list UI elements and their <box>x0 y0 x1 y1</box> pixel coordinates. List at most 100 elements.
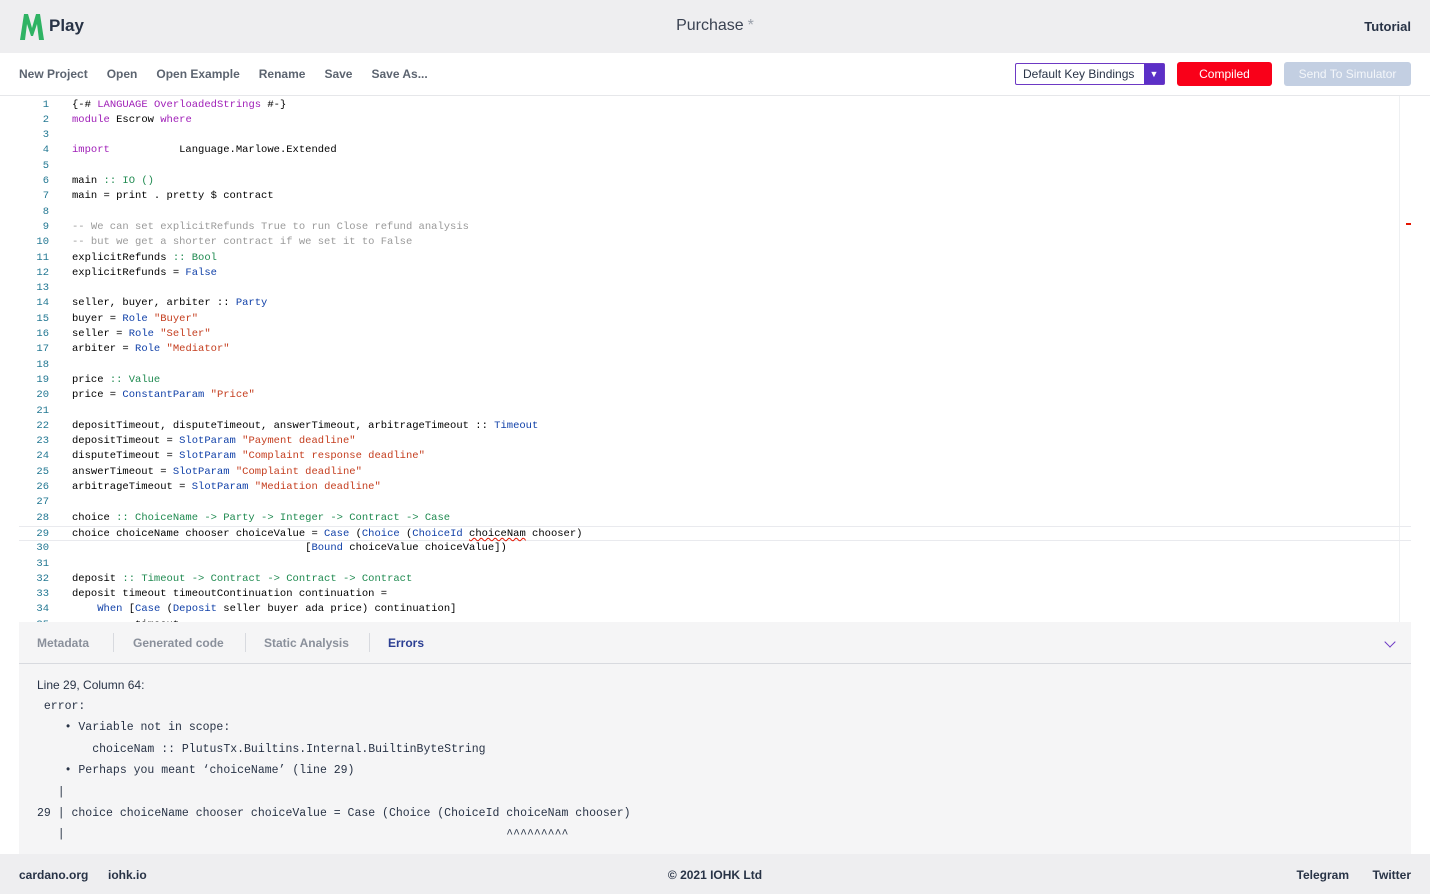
code-text[interactable]: price :: Value <box>72 373 160 388</box>
logo[interactable]: Play <box>18 10 84 42</box>
code-text[interactable]: depositTimeout, disputeTimeout, answerTi… <box>72 419 538 434</box>
line-number: 32 <box>36 572 49 585</box>
code-line[interactable]: 20 price = ConstantParam "Price" <box>19 388 1411 403</box>
code-line[interactable]: 15 buyer = Role "Buyer" <box>19 312 1411 327</box>
code-line[interactable]: 26 arbitrageTimeout = SlotParam "Mediatio… <box>19 480 1411 495</box>
code-text[interactable]: seller, buyer, arbiter :: Party <box>72 296 267 311</box>
code-line[interactable]: 25 answerTimeout = SlotParam "Complaint d… <box>19 465 1411 480</box>
code-text[interactable]: explicitRefunds :: Bool <box>72 251 217 266</box>
line-number: 3 <box>42 129 49 142</box>
code-text[interactable]: main = print . pretty $ contract <box>72 189 274 204</box>
error-line: 29 | choice choiceName chooser choiceVal… <box>37 807 631 820</box>
line-number: 4 <box>42 144 49 157</box>
code-text[interactable]: choice choiceName chooser choiceValue = … <box>72 527 582 542</box>
rename-button[interactable]: Rename <box>259 67 306 81</box>
open-example-button[interactable]: Open Example <box>156 67 239 81</box>
code-text[interactable]: When [Case (Deposit seller buyer ada pri… <box>72 602 456 617</box>
line-number: 24 <box>36 450 49 463</box>
panel-tabs: Metadata Generated code Static Analysis … <box>19 622 1411 664</box>
code-text[interactable]: depositTimeout = SlotParam "Payment dead… <box>72 434 356 449</box>
code-line[interactable]: 6 main :: IO () <box>19 174 1411 189</box>
code-line[interactable]: 33 deposit timeout timeoutContinuation co… <box>19 587 1411 602</box>
code-text[interactable]: disputeTimeout = SlotParam "Complaint re… <box>72 449 425 464</box>
code-line[interactable]: 14 seller, buyer, arbiter :: Party <box>19 296 1411 311</box>
project-name: Purchase <box>676 17 744 34</box>
code-text[interactable]: seller = Role "Seller" <box>72 327 211 342</box>
code-line[interactable]: 28 choice :: ChoiceName -> Party -> Integ… <box>19 511 1411 526</box>
code-text[interactable]: import Language.Marlowe.Extended <box>72 143 337 158</box>
code-line[interactable]: 1 {-# LANGUAGE OverloadedStrings #-} <box>19 98 1411 113</box>
code-text[interactable]: deposit :: Timeout -> Contract -> Contra… <box>72 572 412 587</box>
code-line[interactable]: 23 depositTimeout = SlotParam "Payment de… <box>19 434 1411 449</box>
tab-generated-code[interactable]: Generated code <box>133 636 224 650</box>
code-text[interactable]: module Escrow where <box>72 113 192 128</box>
code-line[interactable]: 17 arbiter = Role "Mediator" <box>19 342 1411 357</box>
code-line[interactable]: 19 price :: Value <box>19 373 1411 388</box>
toolbar: New Project Open Open Example Rename Sav… <box>0 53 1430 96</box>
code-text[interactable]: [Bound choiceValue choiceValue]) <box>72 541 507 556</box>
line-number: 16 <box>36 328 49 340</box>
tab-divider <box>369 633 370 652</box>
code-line[interactable]: 11 explicitRefunds :: Bool <box>19 251 1411 266</box>
collapse-chevron-icon[interactable] <box>1384 636 1396 648</box>
code-text[interactable]: price = ConstantParam "Price" <box>72 388 255 403</box>
marlowe-logo-icon <box>20 14 44 40</box>
code-text[interactable]: deposit timeout timeoutContinuation cont… <box>72 587 387 602</box>
save-button[interactable]: Save <box>324 67 352 81</box>
telegram-link[interactable]: Telegram <box>1297 868 1349 882</box>
code-line[interactable]: 32 deposit :: Timeout -> Contract -> Cont… <box>19 572 1411 587</box>
iohk-link[interactable]: iohk.io <box>108 868 147 882</box>
code-line[interactable]: 4 import Language.Marlowe.Extended <box>19 143 1411 158</box>
code-text[interactable]: main :: IO () <box>72 174 154 189</box>
code-text[interactable]: arbiter = Role "Mediator" <box>72 342 230 357</box>
code-text[interactable]: -- but we get a shorter contract if we s… <box>72 235 412 250</box>
line-number: 15 <box>36 312 49 325</box>
code-text[interactable]: explicitRefunds = False <box>72 266 217 281</box>
code-text[interactable]: answerTimeout = SlotParam "Complaint dea… <box>72 465 362 480</box>
line-number: 30 <box>36 542 49 555</box>
new-project-button[interactable]: New Project <box>19 67 88 81</box>
code-line[interactable]: 24 disputeTimeout = SlotParam "Complaint … <box>19 449 1411 464</box>
code-text[interactable]: arbitrageTimeout = SlotParam "Mediation … <box>72 480 381 495</box>
code-line[interactable]: 10 -- but we get a shorter contract if we… <box>19 235 1411 250</box>
project-title: Purchase * <box>0 17 1430 35</box>
cardano-link[interactable]: cardano.org <box>19 868 88 882</box>
code-line[interactable]: 2 module Escrow where <box>19 113 1411 128</box>
code-editor[interactable]: 1 {-# LANGUAGE OverloadedStrings #-} 2 modu… <box>19 96 1411 622</box>
twitter-link[interactable]: Twitter <box>1373 868 1411 882</box>
code-line[interactable]: 29 choice choiceName chooser choiceValue … <box>19 525 1411 542</box>
key-bindings-select[interactable]: Default Key Bindings ▼ <box>1015 63 1165 85</box>
code-line[interactable]: 31 <box>19 557 1411 572</box>
open-button[interactable]: Open <box>107 67 138 81</box>
send-to-simulator-button[interactable]: Send To Simulator <box>1284 62 1411 86</box>
code-line[interactable]: 8 <box>19 205 1411 220</box>
code-line[interactable]: 30 [Bound choiceValue choiceValue]) <box>19 541 1411 556</box>
code-line[interactable]: 16 seller = Role "Seller" <box>19 327 1411 342</box>
error-line: | ^^^^^^^^^ <box>37 828 569 842</box>
code-text[interactable]: {-# LANGUAGE OverloadedStrings #-} <box>72 98 286 113</box>
code-text[interactable]: buyer = Role "Buyer" <box>72 312 198 327</box>
code-text[interactable]: choice :: ChoiceName -> Party -> Integer… <box>72 511 450 526</box>
code-line[interactable]: 21 <box>19 404 1411 419</box>
line-number: 19 <box>36 373 49 386</box>
compiled-button[interactable]: Compiled <box>1177 62 1272 86</box>
code-line[interactable]: 5 <box>19 159 1411 174</box>
error-line: • Perhaps you meant ‘choiceName’ (line 2… <box>37 764 355 778</box>
line-number: 18 <box>36 358 49 371</box>
code-line[interactable]: 9 -- We can set explicitRefunds True to r… <box>19 220 1411 235</box>
save-as-button[interactable]: Save As... <box>371 67 427 81</box>
code-line[interactable]: 34 When [Case (Deposit seller buyer ada … <box>19 602 1411 617</box>
code-line[interactable]: 7 main = print . pretty $ contract <box>19 189 1411 204</box>
code-line[interactable]: 18 <box>19 358 1411 373</box>
dropdown-arrow-icon[interactable]: ▼ <box>1144 64 1164 84</box>
code-line[interactable]: 27 <box>19 495 1411 510</box>
tab-static-analysis[interactable]: Static Analysis <box>264 636 349 650</box>
code-text[interactable]: -- We can set explicitRefunds True to ru… <box>72 220 469 235</box>
code-line[interactable]: 22 depositTimeout, disputeTimeout, answer… <box>19 419 1411 434</box>
code-line[interactable]: 3 <box>19 128 1411 143</box>
code-line[interactable]: 12 explicitRefunds = False <box>19 266 1411 281</box>
tab-errors[interactable]: Errors <box>388 636 424 650</box>
tutorial-link[interactable]: Tutorial <box>1364 19 1411 34</box>
code-line[interactable]: 13 <box>19 281 1411 296</box>
tab-metadata[interactable]: Metadata <box>37 636 89 650</box>
